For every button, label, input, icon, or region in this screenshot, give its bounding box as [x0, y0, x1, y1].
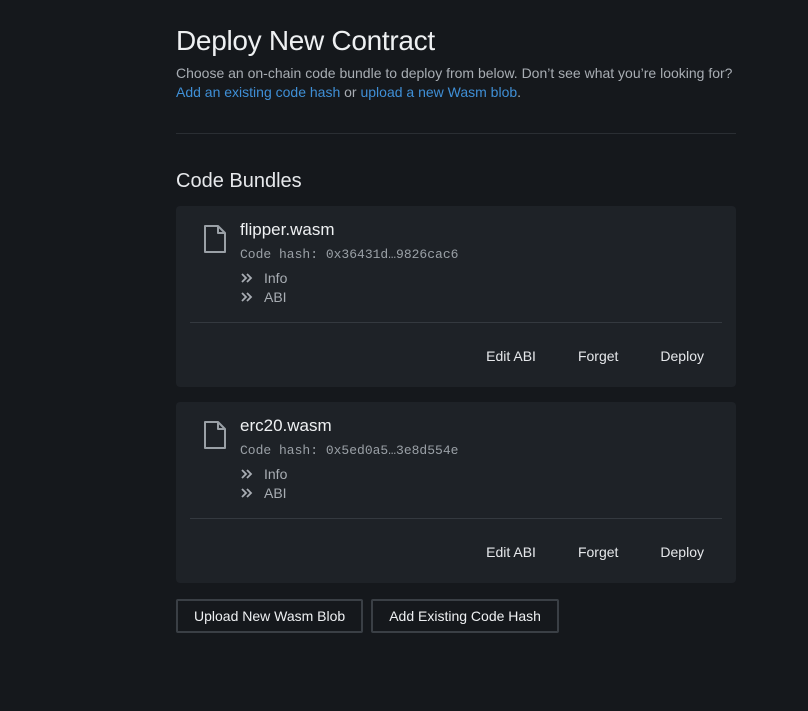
info-label: Info: [264, 466, 288, 482]
card-divider: [190, 518, 722, 519]
abi-label: ABI: [264, 485, 287, 501]
code-bundle-card: erc20.wasm Code hash: 0x5ed0a5…3e8d554e …: [176, 402, 736, 583]
chevron-double-right-icon: [241, 469, 253, 479]
info-expander[interactable]: Info: [240, 466, 287, 482]
section-divider: [176, 133, 736, 134]
abi-expander[interactable]: ABI: [240, 289, 287, 305]
intro-or: or: [340, 84, 361, 100]
deploy-button[interactable]: Deploy: [660, 348, 704, 364]
info-label: Info: [264, 270, 288, 286]
intro-description: Choose an on-chain code bundle to deploy…: [176, 65, 733, 81]
card-actions: Edit ABI Forget Deploy: [444, 544, 704, 560]
card-actions: Edit ABI Forget Deploy: [444, 348, 704, 364]
edit-abi-button[interactable]: Edit ABI: [486, 348, 536, 364]
edit-abi-button[interactable]: Edit ABI: [486, 544, 536, 560]
footer-buttons: Upload New Wasm Blob Add Existing Code H…: [176, 599, 736, 633]
intro-period: .: [517, 84, 522, 100]
upload-new-wasm-blob-button[interactable]: Upload New Wasm Blob: [176, 599, 364, 633]
code-hash: Code hash: 0x36431d…9826cac6: [240, 247, 459, 262]
chevron-double-right-icon: [241, 488, 253, 498]
info-expander[interactable]: Info: [240, 270, 287, 286]
deploy-button[interactable]: Deploy: [660, 544, 704, 560]
page: Deploy New Contract Choose an on-chain c…: [0, 0, 808, 711]
file-icon: [204, 421, 226, 449]
add-existing-code-hash-link[interactable]: Add an existing code hash: [176, 84, 340, 100]
bundle-name: erc20.wasm: [240, 416, 332, 435]
file-icon: [204, 225, 226, 253]
abi-label: ABI: [264, 289, 287, 305]
forget-button[interactable]: Forget: [578, 348, 618, 364]
main-content: Deploy New Contract Choose an on-chain c…: [176, 24, 736, 633]
chevron-double-right-icon: [241, 273, 253, 283]
add-existing-code-hash-button[interactable]: Add Existing Code Hash: [371, 599, 559, 633]
forget-button[interactable]: Forget: [578, 544, 618, 560]
page-title: Deploy New Contract: [176, 25, 435, 56]
intro-text: Choose an on-chain code bundle to deploy…: [176, 64, 736, 102]
code-bundles-heading: Code Bundles: [176, 170, 302, 192]
code-hash: Code hash: 0x5ed0a5…3e8d554e: [240, 443, 459, 458]
card-divider: [190, 322, 722, 323]
upload-wasm-blob-link[interactable]: upload a new Wasm blob: [360, 84, 517, 100]
bundle-name: flipper.wasm: [240, 220, 335, 239]
chevron-double-right-icon: [241, 292, 253, 302]
code-bundle-card: flipper.wasm Code hash: 0x36431d…9826cac…: [176, 206, 736, 387]
abi-expander[interactable]: ABI: [240, 485, 287, 501]
